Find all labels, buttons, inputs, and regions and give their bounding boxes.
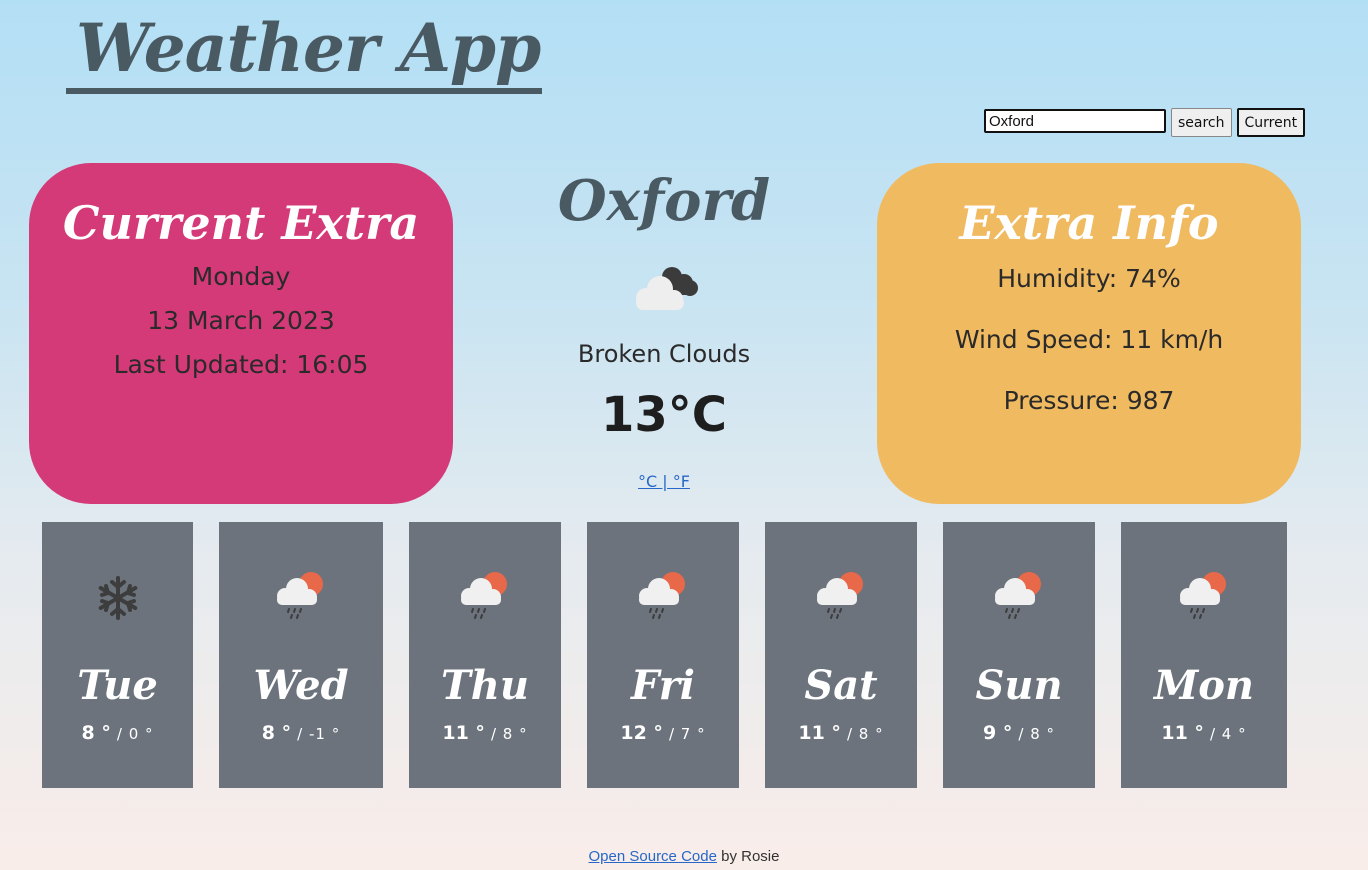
forecast-card-sun: Sun 9 ° / 8 ° [943,522,1095,788]
forecast-day: Sat [804,662,878,709]
forecast-low: / 8 ° [1018,725,1056,743]
weather-description: Broken Clouds [577,340,751,368]
forecast-high: 8 ° [261,722,292,744]
forecast-low: / 8 ° [490,725,528,743]
search-input[interactable] [984,109,1166,133]
forecast-low: / 7 ° [668,725,706,743]
forecast-low: / -1 ° [297,725,341,743]
forecast-card-tue: Tue 8 ° / 0 ° [42,522,193,788]
forecast-high: 8 ° [81,722,111,744]
forecast-temps: 9 ° / 8 ° [943,722,1095,744]
forecast-temps: 8 ° / 0 ° [42,722,193,744]
rain-sun-icon [461,572,507,619]
search-button[interactable]: search [1171,108,1232,137]
current-date: 13 March 2023 [147,306,335,335]
forecast-card-fri: Fri 12 ° / 7 ° [587,522,739,788]
forecast-temps: 11 ° / 4 ° [1121,722,1287,744]
footer-credit: by Rosie [716,848,780,865]
wind-speed: Wind Speed: 11 km/h [954,325,1224,354]
forecast-temps: 12 ° / 7 ° [587,722,739,744]
current-extra-title: Current Extra [62,196,420,250]
last-updated: Last Updated: 16:05 [113,350,369,379]
forecast-card-mon: Mon 11 ° / 4 ° [1121,522,1287,788]
forecast-high: 11 ° [798,722,841,744]
forecast-card-thu: Thu 11 ° / 8 ° [409,522,561,788]
current-location-button[interactable]: Current [1236,108,1306,137]
humidity: Humidity: 74% [997,264,1181,293]
broken-clouds-icon [636,267,698,310]
forecast-low: / 8 ° [846,725,884,743]
rain-sun-icon [277,572,323,619]
search-form: search Current [984,108,1306,137]
forecast-high: 12 ° [620,722,663,744]
current-temperature: 13°C [600,387,728,443]
forecast-day: Fri [631,662,695,709]
forecast-temps: 11 ° / 8 ° [765,722,917,744]
current-extra-panel: Current Extra Monday 13 March 2023 Last … [29,163,453,504]
forecast-low: / 4 ° [1209,725,1247,743]
rain-sun-icon [1180,572,1226,619]
extra-info-panel: Extra Info Humidity: 74% Wind Speed: 11 … [877,163,1301,504]
unit-toggle-link[interactable]: °C | °F [638,472,690,491]
pressure: Pressure: 987 [1003,386,1175,415]
current-day: Monday [191,262,291,291]
current-weather: Oxford Broken Clouds 13°C °C | °F [512,160,816,491]
forecast-day: Thu [441,662,529,709]
rain-sun-icon [995,572,1041,619]
forecast-temps: 11 ° / 8 ° [409,722,561,744]
forecast-day: Sun [975,662,1063,709]
forecast-low: / 0 ° [116,725,154,743]
rain-sun-icon [817,572,863,619]
open-source-link[interactable]: Open Source Code [589,848,717,865]
forecast-day: Wed [253,662,349,709]
forecast-card-sat: Sat 11 ° / 8 ° [765,522,917,788]
footer: Open Source Code by Rosie [0,848,1368,865]
snowflake-icon [98,576,137,620]
forecast-high: 9 ° [982,722,1013,744]
forecast-day: Tue [77,662,158,709]
city-name: Oxford [557,168,771,234]
forecast-high: 11 ° [442,722,485,744]
forecast-high: 11 ° [1161,722,1204,744]
forecast-temps: 8 ° / -1 ° [219,722,383,744]
app-title: Weather App [66,8,543,94]
forecast-card-wed: Wed 8 ° / -1 ° [219,522,383,788]
forecast-day: Mon [1153,662,1255,709]
rain-sun-icon [639,572,685,619]
